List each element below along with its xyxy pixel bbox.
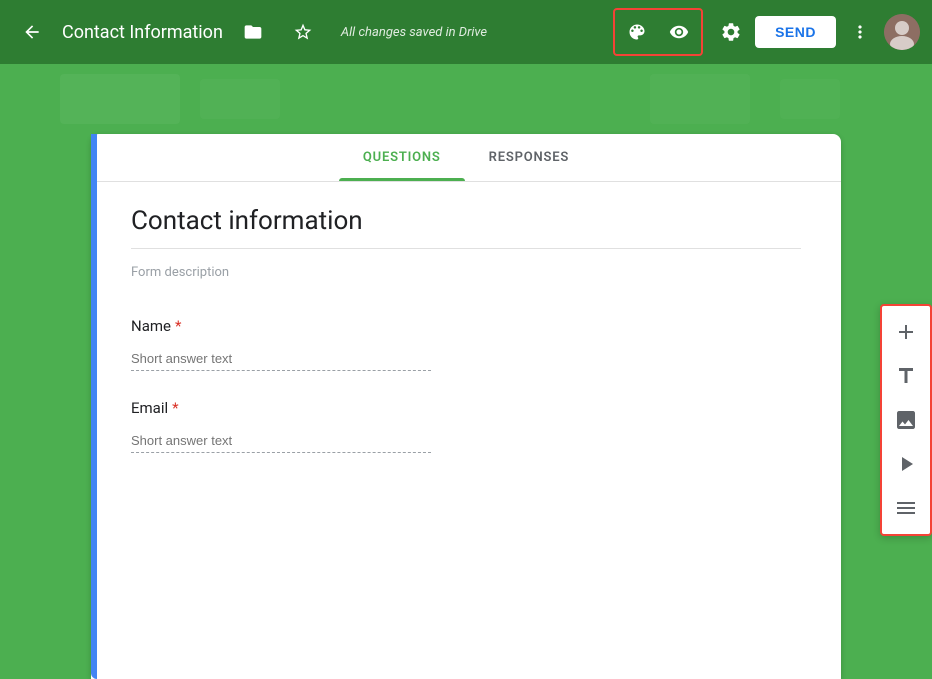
question-email-label: Email* bbox=[131, 399, 801, 417]
form-card: QUESTIONS RESPONSES Contact information … bbox=[91, 134, 841, 679]
form-description[interactable]: Form description bbox=[131, 261, 801, 297]
page-title: Contact Information bbox=[62, 22, 223, 43]
add-image-button[interactable] bbox=[884, 398, 928, 442]
question-email: Email* bbox=[131, 379, 801, 461]
name-input[interactable] bbox=[131, 347, 431, 371]
form-content: Contact information Form description Nam… bbox=[91, 182, 841, 485]
more-button[interactable] bbox=[840, 12, 880, 52]
star-button[interactable] bbox=[283, 12, 323, 52]
add-section-button[interactable] bbox=[884, 486, 928, 530]
required-star-email: * bbox=[172, 399, 178, 417]
add-question-button[interactable] bbox=[884, 310, 928, 354]
folder-button[interactable] bbox=[233, 12, 273, 52]
required-star-name: * bbox=[175, 317, 181, 335]
question-name-label: Name* bbox=[131, 317, 801, 335]
form-title: Contact information bbox=[131, 206, 801, 249]
add-title-button[interactable] bbox=[884, 354, 928, 398]
topbar: Contact Information All changes saved in… bbox=[0, 0, 932, 64]
palette-button[interactable] bbox=[617, 12, 657, 52]
right-sidebar bbox=[880, 304, 932, 536]
tab-questions[interactable]: QUESTIONS bbox=[339, 134, 465, 181]
settings-button[interactable] bbox=[711, 12, 751, 52]
topbar-left: Contact Information All changes saved in… bbox=[12, 12, 605, 52]
main-content: QUESTIONS RESPONSES Contact information … bbox=[0, 134, 932, 679]
add-video-button[interactable] bbox=[884, 442, 928, 486]
preview-button[interactable] bbox=[659, 12, 699, 52]
save-status: All changes saved in Drive bbox=[341, 25, 487, 40]
bg-decoration bbox=[0, 64, 932, 134]
back-button[interactable] bbox=[12, 12, 52, 52]
question-name: Name* bbox=[131, 297, 801, 379]
email-input[interactable] bbox=[131, 429, 431, 453]
avatar[interactable] bbox=[884, 14, 920, 50]
send-button[interactable]: SEND bbox=[755, 16, 836, 48]
tabs-bar: QUESTIONS RESPONSES bbox=[91, 134, 841, 182]
highlighted-toolbar bbox=[613, 8, 703, 56]
tab-responses[interactable]: RESPONSES bbox=[465, 134, 593, 181]
topbar-right: SEND bbox=[613, 8, 920, 56]
